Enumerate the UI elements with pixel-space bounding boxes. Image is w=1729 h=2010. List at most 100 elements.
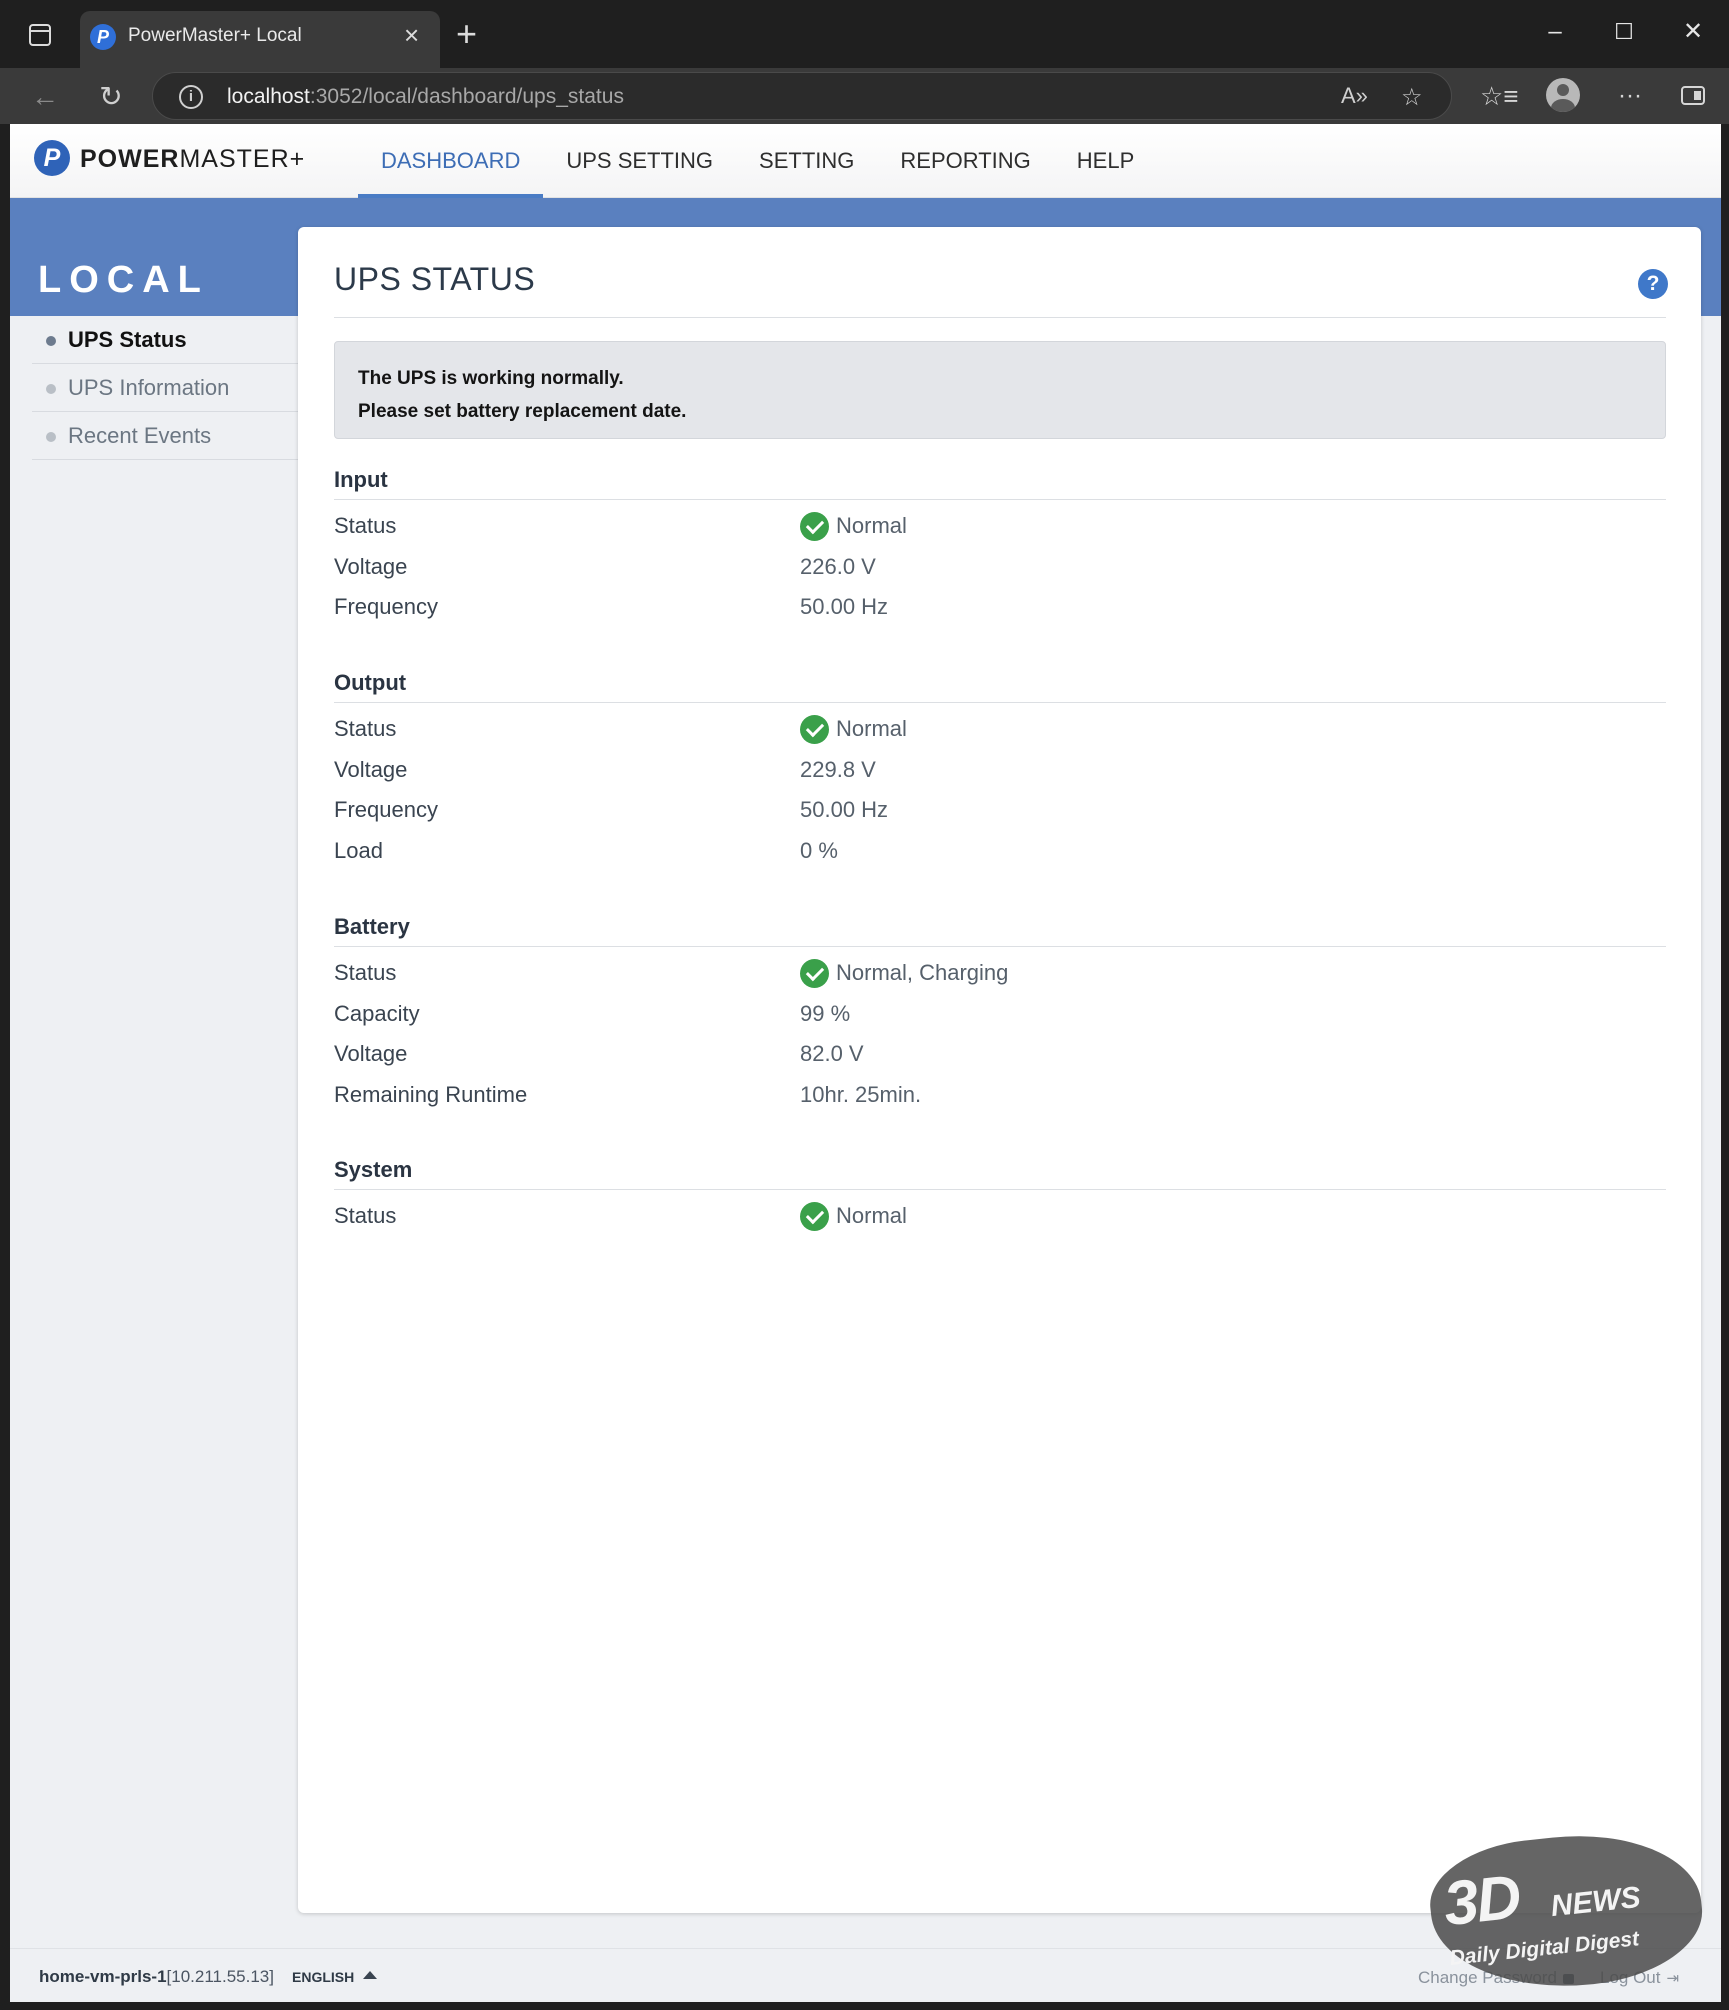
row-label: Voltage [334,553,408,579]
page: P POWERMASTER+ DASHBOARD UPS SETTING SET… [10,124,1721,2002]
row-value: 50.00 Hz [800,594,889,619]
reload-icon[interactable]: ↻ [94,82,128,112]
check-icon [800,715,829,744]
profile-icon[interactable] [1546,78,1580,112]
row-value: Normal, Charging [800,959,1008,988]
row-value: 99 % [800,1000,851,1026]
row-label: Load [334,837,383,863]
powermaster-logo-icon[interactable]: P [34,140,70,176]
row-label: Remaining Runtime [334,1081,528,1107]
notice-line: Please set battery replacement date. [358,401,687,422]
row-value: 226.0 V [800,553,876,579]
section-title: Output [334,670,1666,703]
table-row: Remaining Runtime 10hr. 25min. [334,1073,1666,1114]
row-value: 229.8 V [800,756,876,782]
content-panel: UPS STATUS ? The UPS is working normally… [298,227,1701,1913]
sidebar: UPS Status UPS Information Recent Events [32,316,298,460]
row-value: 50.00 Hz [800,797,889,822]
section-title: Input [334,467,1666,500]
bullet-icon [46,336,56,346]
row-label: Frequency [334,797,438,822]
table-row: Status Normal [334,504,1666,545]
row-label: Status [334,1203,397,1228]
browser-toolbar: ← ↻ i localhost:3052/local/dashboard/ups… [0,68,1729,124]
section-input: Input Status Normal Voltage 226.0 V Freq… [334,467,1666,626]
nav-dashboard[interactable]: DASHBOARD [358,124,544,198]
sidebar-item-ups-information[interactable]: UPS Information [32,364,298,412]
sidebar-item-label: Recent Events [68,422,212,448]
check-icon [800,512,829,541]
row-label: Status [334,513,397,538]
row-value: 0 % [800,837,838,863]
sidebar-icon[interactable] [1680,84,1706,108]
table-row: Load 0 % [334,829,1666,870]
notice-line: The UPS is working normally. [358,368,624,389]
section-system: System Status Normal [334,1157,1666,1235]
section-battery: Battery Status Normal, Charging Capacity… [334,914,1666,1113]
table-row: Status Normal [334,1194,1666,1235]
status-notice: The UPS is working normally. Please set … [334,341,1666,439]
table-row: Voltage 229.8 V [334,748,1666,789]
sidebar-item-ups-status[interactable]: UPS Status [32,316,298,364]
row-label: Voltage [334,756,408,782]
row-label: Frequency [334,594,438,619]
app-header: P POWERMASTER+ DASHBOARD UPS SETTING SET… [10,124,1721,198]
table-row: Status Normal, Charging [334,951,1666,992]
info-icon[interactable]: i [179,85,203,109]
minimize-icon[interactable]: – [1535,14,1575,50]
table-row: Voltage 82.0 V [334,1032,1666,1073]
row-value: Normal [800,715,907,744]
check-icon [800,1202,829,1231]
more-icon[interactable]: ··· [1618,81,1642,111]
address-bar[interactable]: i localhost:3052/local/dashboard/ups_sta… [152,72,1452,120]
language-selector[interactable]: ENGLISH [292,1969,354,1985]
bullet-icon [46,432,56,442]
table-row: Frequency 50.00 Hz [334,788,1666,829]
star-icon[interactable]: ☆ [1401,83,1423,112]
back-icon[interactable]: ← [28,82,62,112]
nav-ups-setting[interactable]: UPS SETTING [543,124,736,198]
row-value: 10hr. 25min. [800,1081,922,1107]
watermark-logo: 3D NEWS Daily Digital Digest [1413,1811,1729,2010]
section-title: System [334,1157,1666,1190]
row-value: Normal [800,1202,907,1231]
sidebar-item-recent-events[interactable]: Recent Events [32,412,298,460]
sidebar-item-label: UPS Status [68,326,187,352]
tab-actions-icon[interactable] [22,22,56,50]
browser-titlebar: P PowerMaster+ Local × + – ☐ ✕ [0,0,1729,68]
read-aloud-icon[interactable]: A» [1341,83,1368,109]
url-text[interactable]: localhost:3052/local/dashboard/ups_statu… [227,85,624,109]
table-row: Voltage 226.0 V [334,545,1666,586]
nav-setting[interactable]: SETTING [736,124,877,198]
tab-title[interactable]: PowerMaster+ Local [128,25,302,47]
host-info: home-vm-prls-1[10.211.55.13] [39,1967,274,1986]
row-label: Capacity [334,1000,420,1026]
nav-reporting[interactable]: REPORTING [877,124,1053,198]
nav-help[interactable]: HELP [1054,124,1157,198]
help-icon[interactable]: ? [1638,269,1668,299]
page-title: UPS STATUS [334,261,536,297]
plus-icon[interactable]: + [456,16,477,52]
row-label: Voltage [334,1041,408,1066]
close-icon[interactable]: × [404,22,419,48]
table-row: Status Normal [334,707,1666,748]
main-nav: DASHBOARD UPS SETTING SETTING REPORTING … [358,124,1157,198]
favorites-icon[interactable]: ☆≡ [1480,81,1518,111]
section-title: Battery [334,914,1666,947]
app-logo-text[interactable]: POWERMASTER+ [80,145,305,174]
sidebar-heading: LOCAL [38,259,209,301]
section-output: Output Status Normal Voltage 229.8 V Fre… [334,670,1666,869]
watermark-brand: 3D [1440,1862,1523,1940]
row-label: Status [334,960,397,985]
maximize-icon[interactable]: ☐ [1604,14,1644,50]
row-label: Status [334,716,397,741]
caret-up-icon[interactable] [363,1971,377,1979]
bullet-icon [46,384,56,394]
tab-favicon-icon: P [90,24,116,50]
check-icon [800,959,829,988]
table-row: Capacity 99 % [334,992,1666,1033]
row-value: Normal [800,512,907,541]
row-value: 82.0 V [800,1041,864,1066]
sidebar-item-label: UPS Information [68,374,230,400]
window-close-icon[interactable]: ✕ [1673,14,1713,50]
